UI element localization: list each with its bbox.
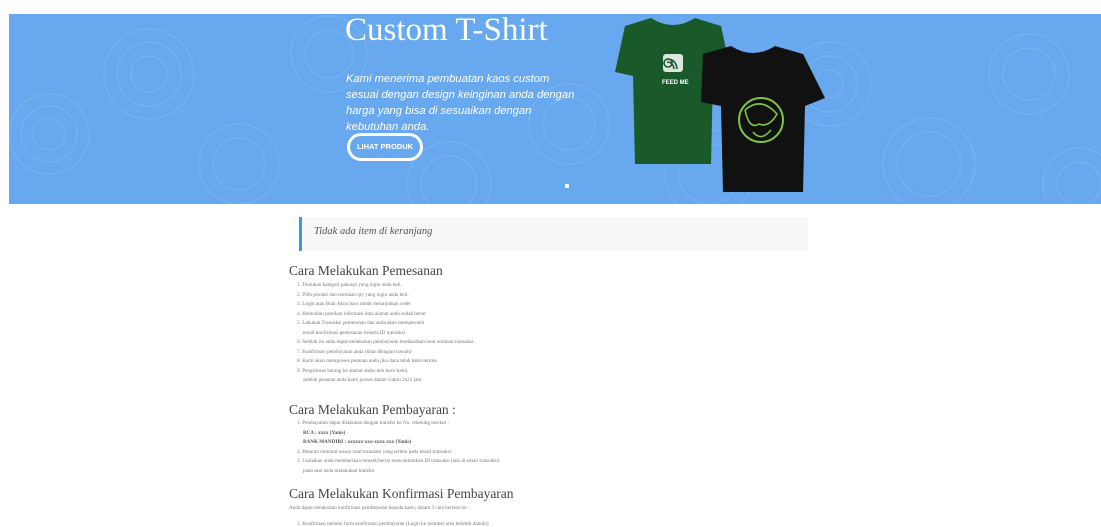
ordering-steps-list: 1. Tentukan kategori pakaian yang ingin …	[297, 281, 475, 386]
hero-description: Kami menerima pembuatan kaos custom sesu…	[346, 73, 575, 133]
slider-indicator-dot[interactable]	[565, 184, 569, 188]
tshirts-image: FEED ME	[615, 18, 825, 192]
payment-step: pada saat anda melakukan transfer.	[303, 467, 376, 474]
hero-banner: Custom T-Shirt Kami menerima pembuatan k…	[9, 14, 1101, 204]
view-products-button[interactable]: LIHAT PRODUK	[347, 133, 423, 161]
ordering-step: 9. Pengiriman barang ke alamat anda oleh…	[297, 367, 409, 374]
shirt-print-text: FEED ME	[662, 80, 689, 86]
top-bar	[0, 0, 1101, 14]
payment-bca-account: BCA : xxxx (Yanis)	[303, 429, 346, 436]
payment-step: 1. Pembayaran dapat dilakukan dengan tra…	[297, 420, 449, 426]
payment-steps-list: 1. Pembayaran dapat dilakukan dengan tra…	[297, 419, 500, 476]
ordering-step: 2. Pilih produk dan tentukan qty yang in…	[297, 291, 409, 298]
confirmation-intro: Anda dapat melakukan konfirmasi pembayar…	[289, 505, 470, 511]
payment-mandiri-account: BANK MANDIRI : xxxxxx-xxx-xxxx-xxx (Yani…	[303, 439, 412, 446]
ordering-step: 4. Kemudian pastikan informasi data alam…	[297, 310, 426, 317]
confirmation-heading: Cara Melakukan Konfirmasi Pembayaran	[289, 486, 514, 501]
ordering-step: 5. Lakukan Transaksi pemesanan dan anda …	[297, 320, 425, 327]
payment-step: 3. Usahakan anda memberikan remark/berit…	[297, 458, 500, 465]
confirmation-step: 1. Konfirmasi melalui form konfirmasi pe…	[297, 521, 489, 527]
ordering-step: setelah pesanan anda kami proses dalam w…	[303, 377, 423, 384]
ordering-step: 1. Tentukan kategori pakaian yang ingin …	[297, 282, 402, 288]
empty-cart-notice: Tidak ada item di keranjang	[299, 217, 808, 251]
ordering-step: 7. Konfirmasi pembayaran anda (lihat dib…	[297, 348, 412, 355]
ordering-step: 8. Kami akan memproses pesanan anda jika…	[297, 358, 437, 365]
ordering-heading: Cara Melakukan Pemesanan	[289, 263, 443, 278]
empty-cart-text: Tidak ada item di keranjang	[314, 226, 433, 237]
payment-heading: Cara Melakukan Pembayaran :	[289, 402, 456, 417]
ordering-step: 6. Setelah itu anda dapat melakukan pemb…	[297, 339, 475, 346]
payment-step: 2. Besaran nominal sesuai total transaks…	[297, 448, 453, 455]
hero-title: Custom T-Shirt	[345, 14, 548, 48]
ordering-step: email konfirmasi pemesanan beserta ID tr…	[303, 329, 406, 336]
ordering-step: 3. Login atau Buat Akun baru untuk melan…	[297, 301, 411, 308]
